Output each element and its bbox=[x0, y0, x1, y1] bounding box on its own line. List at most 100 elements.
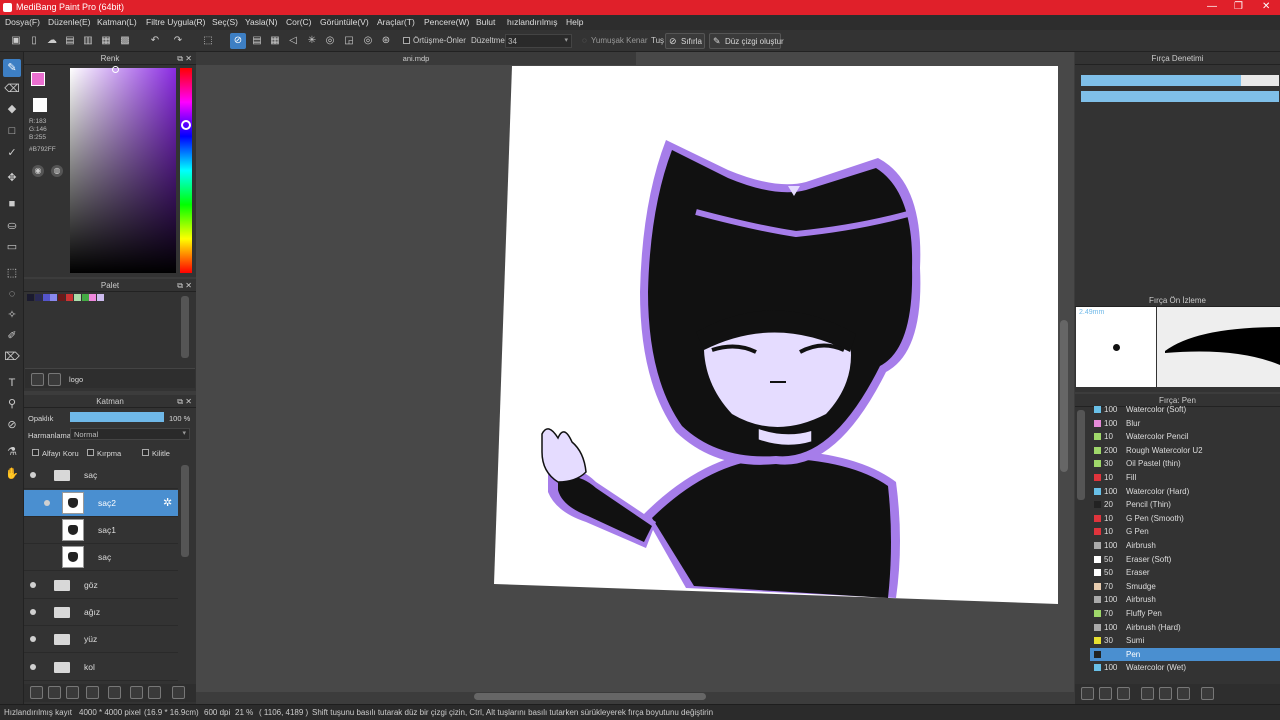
layer-folder-agiz[interactable]: ağız bbox=[24, 599, 178, 626]
gear-icon[interactable]: ✲ bbox=[163, 496, 172, 509]
correction-field[interactable]: 34 ▾ bbox=[505, 34, 572, 48]
menu-color[interactable]: Cor(C) bbox=[286, 17, 312, 27]
hue-slider[interactable] bbox=[180, 68, 192, 273]
palette-swatch[interactable] bbox=[42, 294, 50, 301]
menu-filter[interactable]: Filtre Uygula(R) bbox=[146, 17, 206, 27]
select-pen-icon[interactable]: ✐ bbox=[3, 327, 21, 345]
close-button[interactable]: ✕ bbox=[1262, 1, 1270, 12]
brush-item[interactable]: 100 Watercolor (Wet) bbox=[1090, 661, 1280, 675]
snap-off-icon[interactable]: ⊘ bbox=[230, 33, 246, 49]
add-palette-icon[interactable] bbox=[31, 373, 44, 386]
menu-accelerated[interactable]: hızlandırılmış bbox=[507, 17, 558, 27]
cloud-icon[interactable]: ☁ bbox=[44, 33, 60, 49]
trash-icon[interactable] bbox=[172, 686, 185, 699]
brush-item[interactable]: 100 Airbrush (Hard) bbox=[1090, 621, 1280, 635]
alpha-lock-checkbox[interactable] bbox=[32, 449, 39, 456]
blend-mode-dropdown[interactable]: Normal ▾ bbox=[70, 428, 190, 440]
saturation-value-picker[interactable] bbox=[70, 66, 176, 273]
new-halftone-layer-icon[interactable] bbox=[48, 686, 61, 699]
brush-tool-icon[interactable]: ✎ bbox=[3, 59, 21, 77]
layer-sac1[interactable]: saç1 bbox=[24, 517, 178, 544]
brush-item[interactable]: 70 Smudge bbox=[1090, 580, 1280, 594]
select-tool-icon[interactable]: ⬚ bbox=[3, 264, 21, 282]
brush-list-scrollbar[interactable] bbox=[1077, 410, 1085, 500]
brush-item[interactable]: 10 G Pen (Smooth) bbox=[1090, 512, 1280, 526]
menu-layer[interactable]: Katman(L) bbox=[97, 17, 137, 27]
layer-sac[interactable]: saç bbox=[24, 544, 178, 571]
close-icon[interactable]: ✕ bbox=[185, 52, 192, 65]
new-layer-icon[interactable] bbox=[30, 686, 43, 699]
divide-tool-icon[interactable]: ⊘ bbox=[3, 416, 21, 434]
hand-tool-icon[interactable]: ✋ bbox=[3, 465, 21, 483]
palette-swatch[interactable] bbox=[73, 294, 81, 301]
menu-file[interactable]: Dosya(F) bbox=[5, 17, 40, 27]
brush-item[interactable]: 10 Fill bbox=[1090, 471, 1280, 485]
fill-rect-icon[interactable]: ■ bbox=[3, 195, 21, 213]
brush-item[interactable]: 30 Sumi bbox=[1090, 634, 1280, 648]
visibility-eye-icon[interactable] bbox=[30, 472, 36, 478]
color-wheel-icon[interactable]: ◉ bbox=[32, 165, 44, 177]
eyedropper-icon[interactable]: ◍ bbox=[51, 165, 63, 177]
brush-item[interactable]: 50 Eraser bbox=[1090, 566, 1280, 580]
primary-color-swatch[interactable] bbox=[31, 72, 45, 86]
palette-swatch[interactable] bbox=[27, 294, 34, 301]
visibility-eye-icon[interactable] bbox=[30, 664, 36, 670]
trash-icon[interactable] bbox=[48, 373, 61, 386]
cloud-brush-icon[interactable] bbox=[1177, 687, 1190, 700]
eyedropper-tool-icon[interactable]: ⚗ bbox=[3, 443, 21, 461]
opacity-slider[interactable] bbox=[70, 412, 164, 422]
soft-edge-label[interactable]: Yumuşak Kenar bbox=[591, 36, 647, 45]
merge-layer-icon[interactable] bbox=[148, 686, 161, 699]
new-icon[interactable]: ▯ bbox=[26, 33, 42, 49]
save-icon[interactable]: ▤ bbox=[62, 33, 78, 49]
snap-perspective-icon[interactable]: ◁ bbox=[285, 33, 301, 49]
lock-checkbox[interactable] bbox=[142, 449, 149, 456]
canvas-vertical-scrollbar[interactable] bbox=[1060, 320, 1068, 472]
brush-opacity-slider[interactable] bbox=[1081, 91, 1279, 102]
antialias-checkbox[interactable] bbox=[403, 37, 410, 44]
brush-item[interactable]: Pen bbox=[1090, 647, 1280, 662]
magic-wand-icon[interactable]: ✧ bbox=[3, 306, 21, 324]
brush-item[interactable]: 200 Rough Watercolor U2 bbox=[1090, 444, 1280, 458]
clipping-checkbox[interactable] bbox=[87, 449, 94, 456]
picker-handle[interactable] bbox=[112, 66, 119, 73]
artwork-canvas[interactable] bbox=[196, 52, 1074, 692]
new-brush-icon[interactable] bbox=[1099, 687, 1112, 700]
menu-window[interactable]: Pencere(W) bbox=[424, 17, 469, 27]
restore-button[interactable]: ❐ bbox=[1234, 1, 1243, 12]
palette-item-label[interactable]: logo bbox=[69, 375, 83, 384]
visibility-eye-icon[interactable] bbox=[44, 500, 50, 506]
hue-handle[interactable] bbox=[181, 120, 191, 130]
grid-icon[interactable]: ▦ bbox=[98, 33, 114, 49]
brush-item[interactable]: 20 Pencil (Thin) bbox=[1090, 498, 1280, 512]
palette-scrollbar[interactable] bbox=[181, 296, 189, 358]
snap-grid-icon[interactable]: ▦ bbox=[267, 33, 283, 49]
detach-icon[interactable]: ⧉ bbox=[177, 395, 183, 408]
menu-help[interactable]: Help bbox=[566, 17, 583, 27]
brush-item[interactable]: 100 Blur bbox=[1090, 417, 1280, 431]
palette-swatch[interactable] bbox=[89, 294, 97, 301]
close-icon[interactable]: ✕ bbox=[185, 395, 192, 408]
straight-line-button[interactable]: ✎ Düz çizgi oluştur bbox=[709, 33, 784, 49]
menu-edit[interactable]: Düzenle(E) bbox=[48, 17, 91, 27]
close-icon[interactable]: ✕ bbox=[185, 279, 192, 292]
layer-folder-kol[interactable]: kol bbox=[24, 654, 178, 681]
export-icon[interactable]: ▥ bbox=[80, 33, 96, 49]
brush-size-slider[interactable] bbox=[1081, 75, 1279, 86]
palette-swatch[interactable] bbox=[34, 294, 42, 301]
redo-icon[interactable]: ↷ bbox=[170, 33, 186, 49]
window-icon[interactable]: ▣ bbox=[8, 33, 24, 49]
canvas-horizontal-scrollbar[interactable] bbox=[474, 693, 706, 700]
snap-settings-icon[interactable]: ⊛ bbox=[378, 33, 394, 49]
snap-concentric-icon[interactable]: ◎ bbox=[360, 33, 376, 49]
layer-folder-sac[interactable]: saç bbox=[24, 462, 178, 489]
layer-folder-yuz[interactable]: yüz bbox=[24, 626, 178, 653]
reset-button[interactable]: ⊘ Sıfırla bbox=[665, 33, 705, 49]
snap-radial-icon[interactable]: ✳ bbox=[304, 33, 320, 49]
duplicate-layer-icon[interactable] bbox=[130, 686, 143, 699]
brush-item[interactable]: 100 Airbrush bbox=[1090, 539, 1280, 553]
detach-icon[interactable]: ⧉ bbox=[177, 52, 183, 65]
brush-item[interactable]: 100 Watercolor (Hard) bbox=[1090, 485, 1280, 499]
eraser-tool-icon[interactable]: ⌫ bbox=[3, 80, 21, 98]
layer-folder-goz[interactable]: göz bbox=[24, 572, 178, 599]
